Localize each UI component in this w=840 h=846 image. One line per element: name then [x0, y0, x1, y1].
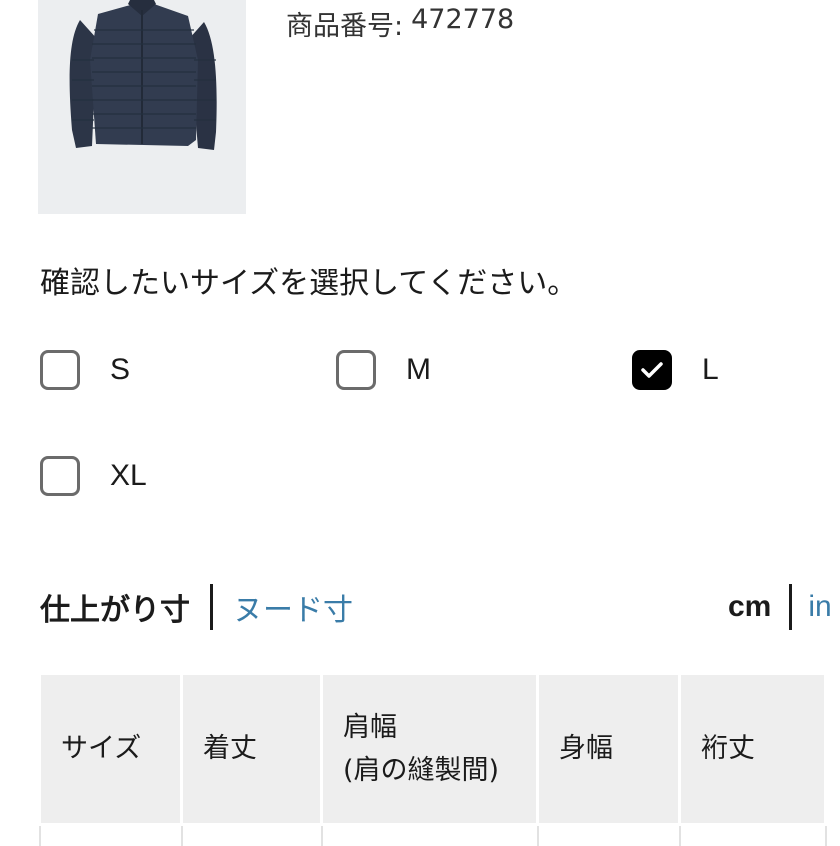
table-cell: [40, 825, 182, 846]
header-chest: 身幅: [538, 674, 680, 825]
header-shoulder: 肩幅 (肩の縫製間): [322, 674, 538, 825]
size-option-xl[interactable]: XL: [40, 456, 147, 496]
checkbox-s[interactable]: [40, 350, 80, 390]
header-size: サイズ: [40, 674, 182, 825]
tab-divider: [210, 584, 213, 630]
header-shoulder-label: 肩幅: [343, 712, 397, 743]
size-label-l: L: [702, 353, 719, 387]
size-label-m: M: [406, 353, 431, 387]
checkbox-xl[interactable]: [40, 456, 80, 496]
tab-finished-size[interactable]: 仕上がり寸: [40, 585, 190, 629]
header-length: 着丈: [182, 674, 322, 825]
size-option-s[interactable]: S: [40, 350, 130, 390]
unit-cm[interactable]: cm: [728, 590, 771, 624]
table-cell: [322, 825, 538, 846]
checkbox-l[interactable]: [632, 350, 672, 390]
size-label-s: S: [110, 353, 130, 387]
checkmark-icon: [640, 360, 664, 380]
table-header-row: サイズ 着丈 肩幅 (肩の縫製間) 身幅 裄丈: [40, 674, 826, 825]
table-row: [40, 825, 826, 846]
checkbox-m[interactable]: [336, 350, 376, 390]
product-code-value: 472778: [411, 4, 514, 43]
product-code-label: 商品番号:: [286, 4, 403, 43]
size-option-m[interactable]: M: [336, 350, 431, 390]
size-option-l[interactable]: L: [632, 350, 719, 390]
table-cell: [680, 825, 826, 846]
product-code: 商品番号: 472778: [286, 4, 514, 43]
unit-in[interactable]: in: [808, 590, 831, 624]
product-image: [38, 0, 246, 214]
header-shoulder-note: (肩の縫製間): [343, 755, 499, 786]
size-instruction: 確認したいサイズを選択してください。: [40, 258, 577, 302]
measurement-tabs: 仕上がり寸 ヌード寸: [40, 584, 353, 630]
unit-divider: [789, 584, 792, 630]
table-cell: [182, 825, 322, 846]
unit-toggle: cm in: [728, 584, 832, 630]
size-table: サイズ 着丈 肩幅 (肩の縫製間) 身幅 裄丈: [38, 672, 827, 846]
tab-nude-size[interactable]: ヌード寸: [233, 585, 353, 629]
jacket-image: [38, 0, 246, 214]
table-cell: [538, 825, 680, 846]
size-label-xl: XL: [110, 459, 147, 493]
header-sleeve: 裄丈: [680, 674, 826, 825]
